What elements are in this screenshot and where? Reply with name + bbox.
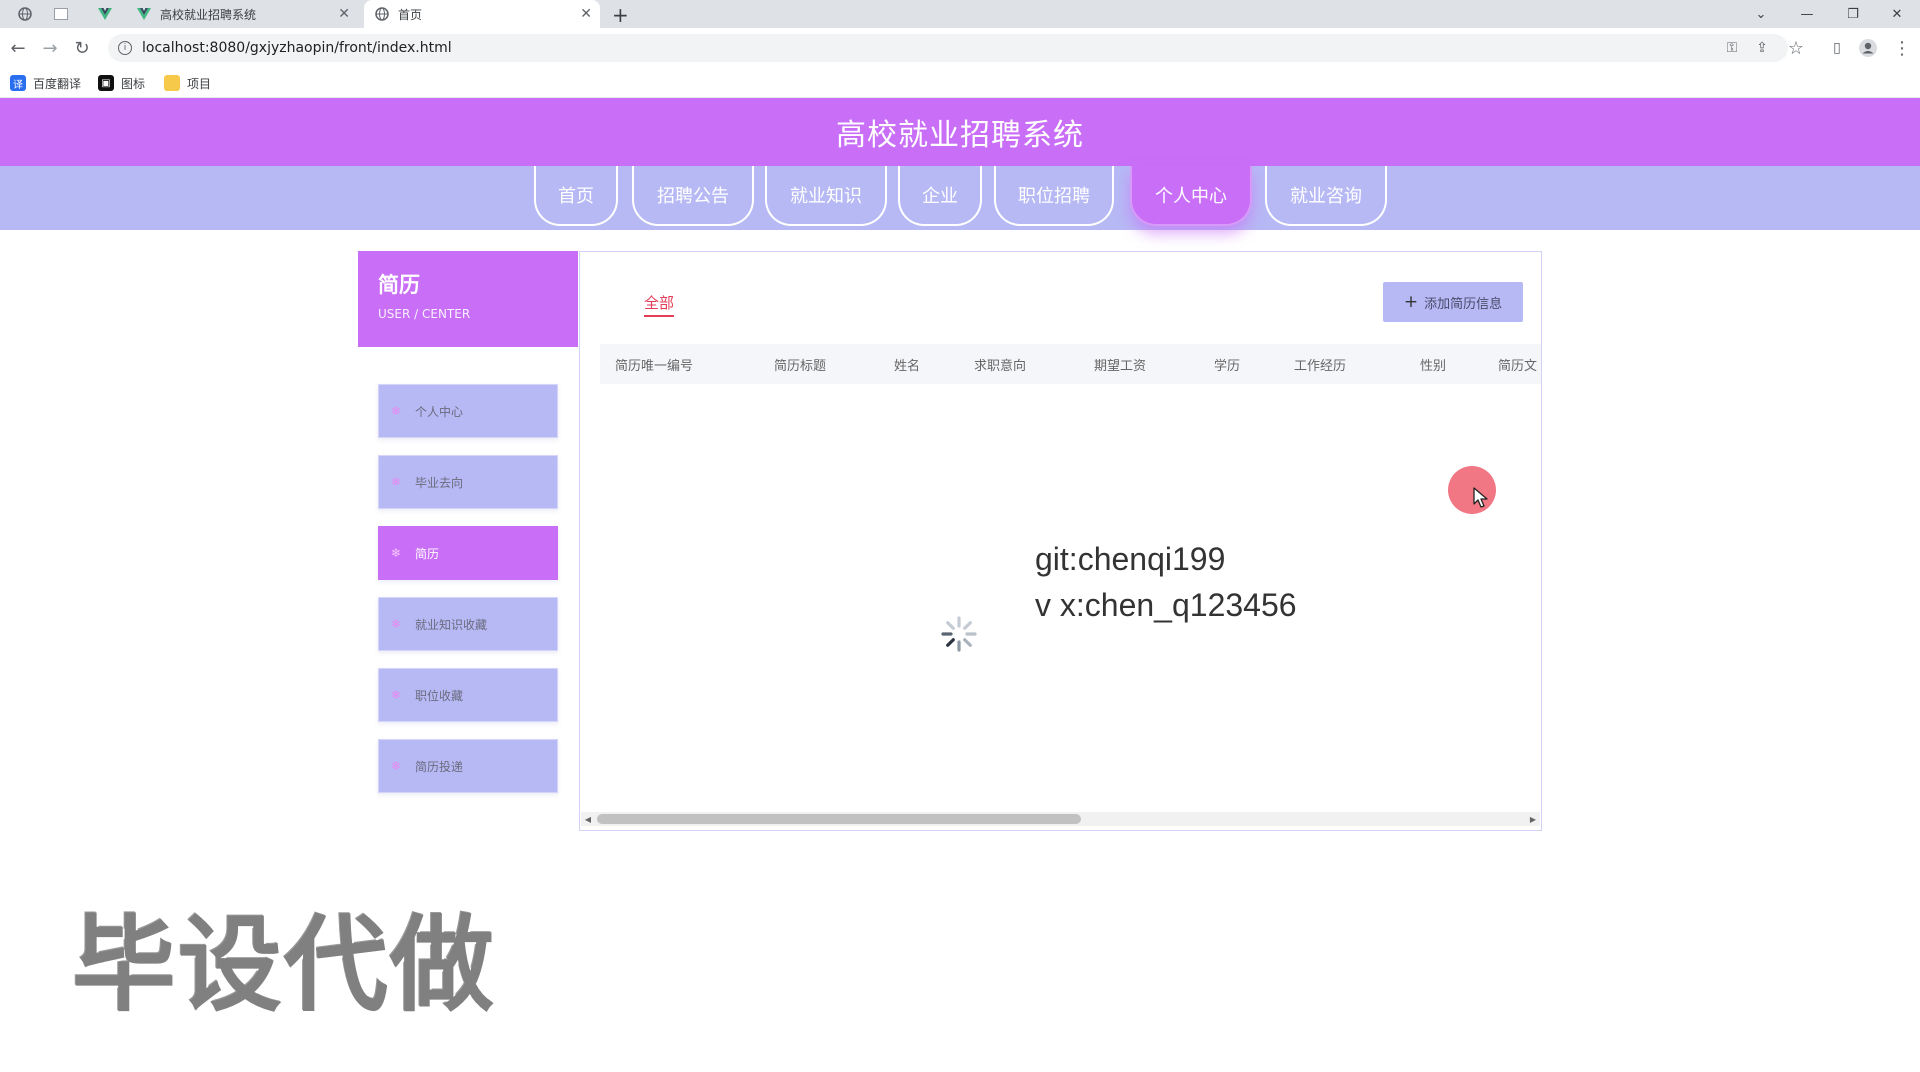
tab-all[interactable]: 全部 [644, 292, 675, 317]
browser-tab-3[interactable] [88, 0, 118, 28]
column-header[interactable]: 性别 [1420, 344, 1446, 384]
site-title: 高校就业招聘系统 [0, 98, 1920, 166]
column-header[interactable]: 简历唯一编号 [615, 344, 693, 384]
column-header[interactable]: 学历 [1214, 344, 1240, 384]
nav-announcements[interactable]: 招聘公告 [632, 166, 754, 226]
sidebar-item-job-favorites[interactable]: ❄ 职位收藏 [378, 668, 558, 722]
key-icon[interactable]: ⚿ [1718, 34, 1746, 62]
blank-page-icon [54, 6, 68, 22]
bookmark-star-icon[interactable]: ☆ [1784, 36, 1808, 60]
browser-tab-2[interactable] [44, 0, 74, 28]
address-bar[interactable]: i localhost:8080/gxjyzhaopin/front/index… [108, 34, 1788, 62]
new-tab-icon[interactable]: + [612, 3, 629, 27]
column-header[interactable]: 期望工资 [1094, 344, 1146, 384]
contact-overlay: git:chenqi199 v x:chen_q123456 [1035, 536, 1297, 628]
nav-home[interactable]: 首页 [534, 166, 618, 226]
scrollbar-thumb[interactable] [597, 814, 1081, 824]
nav-knowledge[interactable]: 就业知识 [765, 166, 887, 226]
tab-search-icon[interactable]: ⌄ [1738, 0, 1784, 28]
contact-line-git: git:chenqi199 [1035, 541, 1226, 577]
sidebar-item-resume-delivery[interactable]: ❄ 简历投递 [378, 739, 558, 793]
column-header[interactable]: 简历标题 [774, 344, 826, 384]
sidebar-item-destination[interactable]: ❄ 毕业去向 [378, 455, 558, 509]
sidebar-item-resume[interactable]: ❄ 简历 [378, 526, 558, 580]
back-icon[interactable]: ← [6, 36, 30, 60]
bookmark-icons[interactable]: ▣ 图标 [98, 75, 145, 91]
mouse-cursor-icon [1473, 487, 1488, 508]
bookmark-translate[interactable]: 译 百度翻译 [10, 75, 81, 91]
profile-avatar-icon[interactable] [1856, 36, 1880, 60]
watermark-text: 毕设代做 [72, 904, 497, 1026]
sidebar-item-label: 简历 [415, 546, 440, 561]
snowflake-icon: ❄ [391, 475, 402, 489]
browser-tab-bar: 高校就业招聘系统 ✕ 首页 ✕ + ⌄ — ❐ ✕ [0, 0, 1920, 28]
browser-tab-1[interactable] [8, 0, 38, 28]
sidebar-item-knowledge-favorites[interactable]: ❄ 就业知识收藏 [378, 597, 558, 651]
main-nav: 首页 招聘公告 就业知识 企业 职位招聘 个人中心 就业咨询 [0, 166, 1920, 230]
browser-tab-system[interactable]: 高校就业招聘系统 ✕ [126, 0, 358, 28]
sidebar-header: 简历 USER / CENTER [358, 251, 578, 347]
sidebar-item-label: 就业知识收藏 [415, 617, 488, 632]
window-close-icon[interactable]: ✕ [1874, 0, 1920, 28]
forward-icon[interactable]: → [38, 36, 62, 60]
bookmark-label: 图标 [121, 76, 146, 91]
snowflake-icon: ❄ [391, 617, 402, 631]
minimize-icon[interactable]: — [1784, 0, 1830, 28]
tab-title: 高校就业招聘系统 [160, 7, 257, 22]
tab-title: 首页 [398, 7, 423, 22]
browser-toolbar: ← → ↻ i localhost:8080/gxjyzhaopin/front… [0, 28, 1920, 68]
close-icon[interactable]: ✕ [580, 6, 592, 22]
table-header: 简历唯一编号 简历标题 姓名 求职意向 期望工资 学历 工作经历 性别 简历文 [600, 344, 1541, 384]
folder-icon [164, 75, 180, 91]
url-text: localhost:8080/gxjyzhaopin/front/index.h… [142, 40, 452, 56]
bookmark-label: 项目 [187, 76, 212, 91]
close-icon[interactable]: ✕ [338, 6, 350, 22]
menu-kebab-icon[interactable]: ⋮ [1890, 36, 1914, 60]
sidebar-item-label: 个人中心 [415, 404, 464, 419]
globe-icon [374, 6, 390, 22]
snowflake-icon: ❄ [391, 404, 402, 418]
sidebar-item-label: 职位收藏 [415, 688, 464, 703]
sidebar-item-label: 简历投递 [415, 759, 464, 774]
column-header[interactable]: 工作经历 [1294, 344, 1346, 384]
add-resume-label: 添加简历信息 [1424, 296, 1503, 312]
column-header[interactable]: 简历文 [1498, 344, 1537, 384]
horizontal-scrollbar[interactable]: ◀ ▶ [581, 812, 1540, 826]
vue-icon [98, 6, 112, 22]
plus-icon: + [1403, 292, 1419, 312]
snowflake-icon: ❄ [391, 688, 402, 702]
loading-spinner-icon [941, 616, 977, 652]
nav-company[interactable]: 企业 [898, 166, 982, 226]
sidebar-item-label: 毕业去向 [415, 475, 464, 490]
snowflake-icon: ❄ [391, 546, 402, 560]
sidebar-title: 简历 [378, 273, 420, 297]
vue-icon [136, 6, 152, 22]
scroll-right-icon[interactable]: ▶ [1526, 813, 1540, 825]
scroll-left-icon[interactable]: ◀ [581, 813, 595, 825]
browser-tab-home[interactable]: 首页 ✕ [364, 0, 600, 28]
sidebar-item-user-center[interactable]: ❄ 个人中心 [378, 384, 558, 438]
bookmarks-bar: 译 百度翻译 ▣ 图标 项目 [0, 68, 1920, 98]
translate-icon: 译 [10, 75, 26, 91]
column-header[interactable]: 姓名 [894, 344, 920, 384]
globe-icon [18, 6, 32, 22]
image-icon: ▣ [98, 75, 114, 91]
nav-user-center[interactable]: 个人中心 [1130, 166, 1252, 226]
column-header[interactable]: 求职意向 [974, 344, 1026, 384]
add-resume-button[interactable]: + 添加简历信息 [1383, 282, 1523, 322]
restore-icon[interactable]: ❐ [1830, 0, 1876, 28]
share-icon[interactable]: ⇪ [1748, 34, 1776, 62]
contact-line-wechat: v x:chen_q123456 [1035, 587, 1297, 623]
bookmark-label: 百度翻译 [33, 76, 82, 91]
reload-icon[interactable]: ↻ [70, 36, 94, 60]
bookmark-projects[interactable]: 项目 [164, 75, 211, 91]
side-panel-icon[interactable]: ▯ [1825, 36, 1849, 60]
snowflake-icon: ❄ [391, 759, 402, 773]
nav-consult[interactable]: 就业咨询 [1265, 166, 1387, 226]
info-icon[interactable]: i [118, 41, 132, 55]
sidebar-subtitle: USER / CENTER [378, 307, 471, 321]
nav-jobs[interactable]: 职位招聘 [994, 166, 1114, 226]
